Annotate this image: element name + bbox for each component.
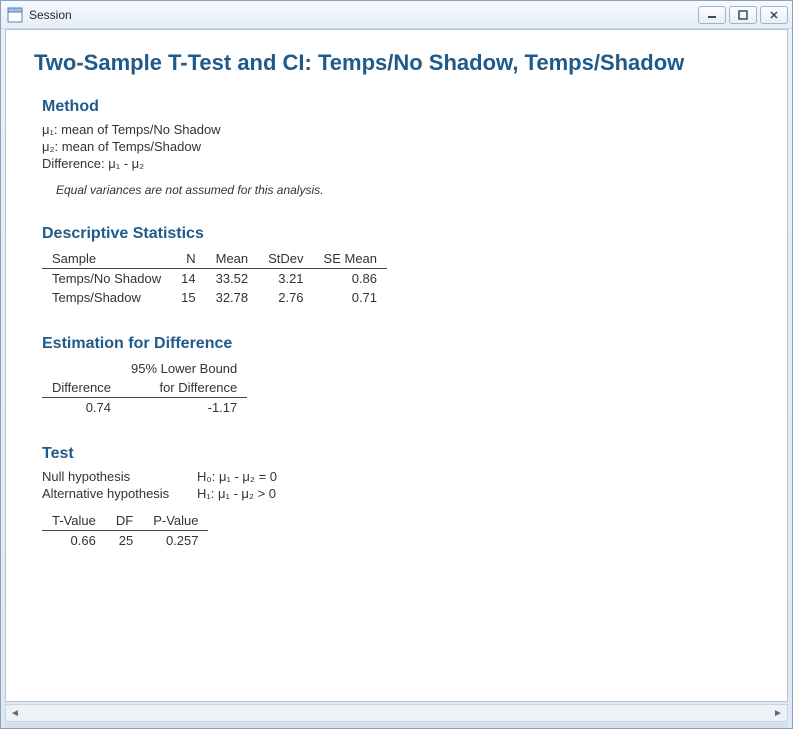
titlebar: Session (1, 1, 792, 29)
cell-semean: 0.86 (314, 269, 387, 289)
content-frame: Two-Sample T-Test and CI: Temps/No Shado… (5, 29, 788, 702)
table-row: Temps/No Shadow 14 33.52 3.21 0.86 (42, 269, 387, 289)
col-tvalue: T-Value (42, 511, 106, 531)
table-row: Temps/Shadow 15 32.78 2.76 0.71 (42, 288, 387, 307)
null-hypothesis-row: Null hypothesis H₀: μ₁ - μ₂ = 0 (42, 469, 759, 484)
page-title: Two-Sample T-Test and CI: Temps/No Shado… (34, 50, 759, 76)
maximize-button[interactable] (729, 6, 757, 24)
col-sample: Sample (42, 249, 171, 269)
section-test-heading: Test (42, 445, 759, 463)
alt-hypothesis-label: Alternative hypothesis (42, 486, 197, 501)
minimize-icon (707, 10, 717, 20)
test-table: T-Value DF P-Value 0.66 25 0.257 (42, 511, 208, 550)
window-app-icon (7, 7, 23, 23)
col-mean: Mean (206, 249, 259, 269)
scroll-right-arrow-icon[interactable]: ► (769, 705, 787, 721)
cell-lower-bound: -1.17 (121, 398, 247, 418)
window-controls (698, 6, 788, 24)
section-estimation-heading: Estimation for Difference (42, 335, 759, 353)
method-difference: Difference: μ₁ - μ₂ (42, 156, 759, 171)
null-hypothesis-label: Null hypothesis (42, 469, 197, 484)
cell-tvalue: 0.66 (42, 531, 106, 551)
cell-difference: 0.74 (42, 398, 121, 418)
col-n: N (171, 249, 205, 269)
method-note: Equal variances are not assumed for this… (56, 183, 759, 197)
section-descriptive-heading: Descriptive Statistics (42, 225, 759, 243)
null-hypothesis-value: H₀: μ₁ - μ₂ = 0 (197, 469, 277, 484)
descriptive-table: Sample N Mean StDev SE Mean Temps/No Sha… (42, 249, 387, 307)
scroll-track[interactable] (24, 705, 769, 721)
cell-pvalue: 0.257 (143, 531, 208, 551)
alt-hypothesis-value: H₁: μ₁ - μ₂ > 0 (197, 486, 276, 501)
cell-mean: 33.52 (206, 269, 259, 289)
section-method-heading: Method (42, 98, 759, 116)
cell-sample: Temps/No Shadow (42, 269, 171, 289)
alt-hypothesis-row: Alternative hypothesis H₁: μ₁ - μ₂ > 0 (42, 486, 759, 501)
window-title: Session (29, 8, 698, 22)
method-mu1: μ₁: mean of Temps/No Shadow (42, 122, 759, 137)
horizontal-scrollbar[interactable]: ◄ ► (5, 704, 788, 722)
cell-mean: 32.78 (206, 288, 259, 307)
cell-n: 14 (171, 269, 205, 289)
col-df: DF (106, 511, 143, 531)
close-button[interactable] (760, 6, 788, 24)
col-lower-bound-b: for Difference (121, 378, 247, 398)
col-pvalue: P-Value (143, 511, 208, 531)
estimation-table: 95% Lower Bound Difference for Differenc… (42, 359, 247, 417)
session-window: Session Two-Sample T-Test and CI: Temps/… (0, 0, 793, 729)
cell-df: 25 (106, 531, 143, 551)
maximize-icon (738, 10, 748, 20)
worksheet-tabstrip (5, 723, 788, 728)
cell-stdev: 2.76 (258, 288, 313, 307)
session-output: Two-Sample T-Test and CI: Temps/No Shado… (6, 30, 787, 562)
cell-semean: 0.71 (314, 288, 387, 307)
col-difference (42, 359, 121, 378)
table-row: 0.74 -1.17 (42, 398, 247, 418)
cell-sample: Temps/Shadow (42, 288, 171, 307)
method-mu2: μ₂: mean of Temps/Shadow (42, 139, 759, 154)
cell-n: 15 (171, 288, 205, 307)
col-difference: Difference (42, 378, 121, 398)
col-lower-bound-a: 95% Lower Bound (121, 359, 247, 378)
col-semean: SE Mean (314, 249, 387, 269)
table-row: 0.66 25 0.257 (42, 531, 208, 551)
minimize-button[interactable] (698, 6, 726, 24)
cell-stdev: 3.21 (258, 269, 313, 289)
col-stdev: StDev (258, 249, 313, 269)
close-icon (769, 10, 779, 20)
scroll-left-arrow-icon[interactable]: ◄ (6, 705, 24, 721)
